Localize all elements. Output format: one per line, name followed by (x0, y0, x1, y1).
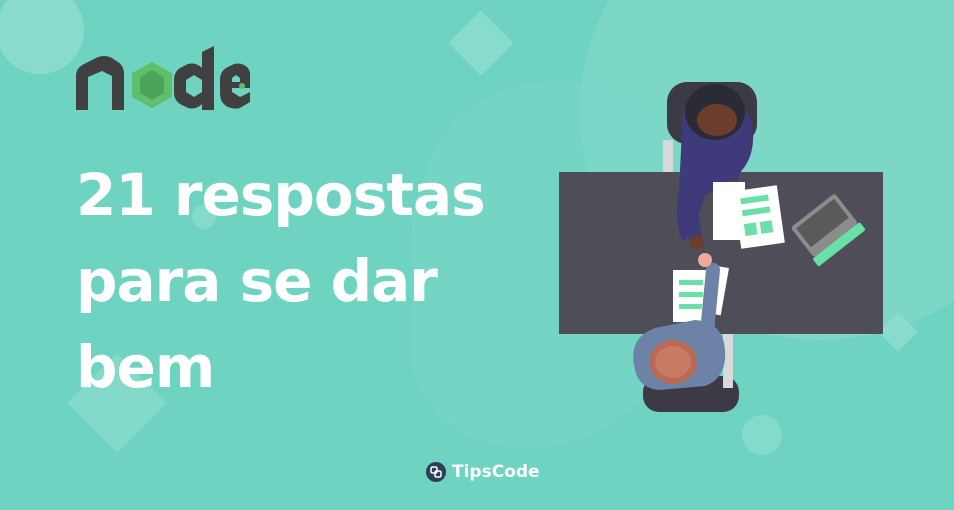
nodejs-logo-icon (76, 46, 250, 110)
paper-top-2 (733, 185, 785, 249)
headline-line-2: para se dar (76, 247, 438, 315)
handshake-meeting-illustration (559, 82, 883, 412)
tipscode-logo-icon (426, 462, 446, 482)
headline-line-1: 21 respostas (76, 161, 486, 229)
brand: TipsCode (426, 462, 540, 482)
deco-diamond-top (448, 10, 514, 76)
deco-circle-top-left (0, 0, 84, 74)
headline-line-3: bem (76, 333, 215, 401)
brand-name: TipsCode (452, 462, 540, 482)
deco-circle-bottom (742, 415, 782, 455)
headline: 21 respostas para se dar bem (76, 152, 486, 410)
banner: 21 respostas para se dar bem TipsCode (0, 0, 954, 510)
